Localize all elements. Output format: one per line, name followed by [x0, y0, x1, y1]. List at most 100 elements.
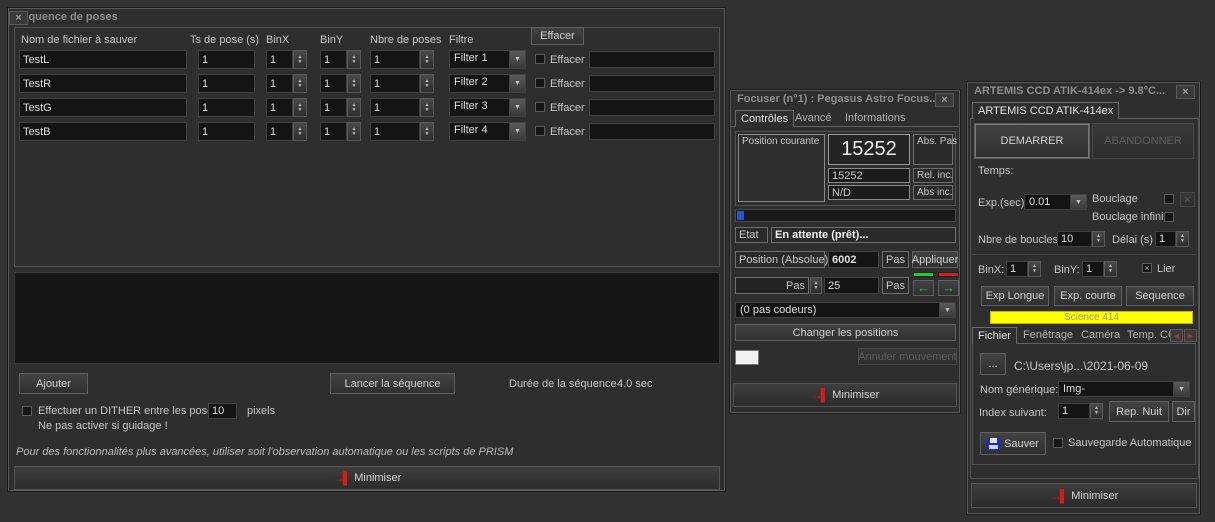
long-exposure-button[interactable]: Exp Longue — [981, 286, 1049, 306]
tab-temp-ccd[interactable]: Temp. CCI — [1122, 327, 1170, 344]
link-bin-checkbox[interactable]: × — [1142, 263, 1152, 273]
short-exposure-button[interactable]: Exp. courte — [1054, 286, 1122, 306]
tab-scroll-left-button[interactable]: ◀ — [1170, 329, 1183, 342]
generic-name-select[interactable]: Img- ▼ — [1058, 381, 1190, 397]
loop-checkbox[interactable] — [1164, 194, 1174, 204]
sequence-close-icon[interactable]: × — [9, 11, 28, 25]
binx-input[interactable] — [266, 98, 293, 117]
encoder-select[interactable]: (0 pas codeurs) ▼ — [735, 302, 956, 318]
biny-stepper[interactable]: ▲▼ — [347, 74, 361, 93]
start-sequence-button[interactable]: Lancer la séquence — [330, 373, 455, 394]
exposure-input[interactable] — [198, 50, 255, 69]
count-stepper[interactable]: ▲▼ — [420, 74, 434, 93]
clear-all-button[interactable]: Effacer — [531, 27, 584, 45]
loop-count-input[interactable] — [1057, 231, 1092, 247]
clear-row-checkbox[interactable] — [535, 78, 545, 88]
night-folder-button[interactable]: Rep. Nuit — [1109, 401, 1169, 422]
tab-fichier[interactable]: Fichier — [972, 327, 1017, 344]
tab-device[interactable]: ARTEMIS CCD ATIK-414ex — [972, 102, 1119, 119]
dither-pixels-input[interactable] — [208, 403, 237, 419]
move-out-button[interactable]: → — [938, 280, 959, 296]
sequence-button[interactable]: Sequence — [1126, 286, 1194, 306]
autosave-checkbox[interactable] — [1053, 438, 1063, 448]
start-button[interactable]: DEMARRER — [974, 123, 1090, 159]
focuser-minimize-button[interactable]: →▌ Minimiser — [733, 383, 957, 407]
loop-cancel-button[interactable]: × — [1180, 192, 1195, 207]
rel-step-input[interactable] — [824, 277, 879, 294]
tab-controles[interactable]: Contrôles — [735, 110, 794, 127]
binx-input[interactable] — [266, 74, 293, 93]
camera-minimize-button[interactable]: →▌ Minimiser — [971, 483, 1197, 508]
filter-select[interactable]: Filter 1 ▼ — [449, 50, 526, 69]
tab-avance[interactable]: Avancé — [790, 110, 837, 127]
biny-input[interactable] — [320, 122, 347, 141]
filter-select[interactable]: Filter 4 ▼ — [449, 122, 526, 141]
binx-stepper[interactable]: ▲▼ — [293, 50, 307, 69]
col-header-binx: BinX — [266, 34, 289, 46]
save-button[interactable]: Sauver — [980, 432, 1046, 455]
focuser-close-icon[interactable]: × — [935, 93, 954, 107]
minimize-icon: →▌ — [333, 471, 350, 485]
biny-input[interactable] — [320, 98, 347, 117]
biny-stepper[interactable]: ▲▼ — [1104, 261, 1117, 277]
filter-select[interactable]: Filter 3 ▼ — [449, 98, 526, 117]
cancel-move-button[interactable]: Annuler mouvement — [858, 348, 957, 365]
filter-select[interactable]: Filter 2 ▼ — [449, 74, 526, 93]
rel-step-stepper[interactable]: ▲▼ — [810, 277, 822, 294]
count-stepper[interactable]: ▲▼ — [420, 50, 434, 69]
biny-input[interactable] — [320, 74, 347, 93]
dir-button[interactable]: Dir — [1172, 401, 1195, 422]
binx-stepper[interactable]: ▲▼ — [293, 122, 307, 141]
count-stepper[interactable]: ▲▼ — [420, 122, 434, 141]
down-icon: ▼ — [1180, 239, 1185, 244]
filename-input[interactable] — [19, 50, 187, 69]
browse-button[interactable]: ... — [980, 353, 1006, 375]
loop-count-stepper[interactable]: ▲▼ — [1092, 231, 1105, 247]
biny-input[interactable] — [320, 50, 347, 69]
count-input[interactable] — [370, 50, 420, 69]
tab-camera[interactable]: Caméra — [1076, 327, 1125, 344]
count-stepper[interactable]: ▲▼ — [420, 98, 434, 117]
delay-input[interactable] — [1155, 231, 1176, 247]
abort-button[interactable]: ABANDONNER — [1092, 123, 1194, 159]
change-positions-button[interactable]: Changer les positions — [735, 324, 956, 341]
tab-scroll-right-button[interactable]: ▶ — [1184, 329, 1197, 342]
clear-row-checkbox[interactable] — [535, 126, 545, 136]
rel-step-field-label: Pas — [786, 280, 805, 292]
tab-informations[interactable]: Informations — [840, 110, 911, 127]
biny-input[interactable] — [1082, 261, 1104, 277]
exposure-input[interactable] — [198, 122, 255, 141]
move-in-button[interactable]: ← — [913, 280, 934, 296]
delay-stepper[interactable]: ▲▼ — [1176, 231, 1189, 247]
biny-stepper[interactable]: ▲▼ — [347, 50, 361, 69]
clear-row-checkbox[interactable] — [535, 102, 545, 112]
binx-stepper[interactable]: ▲▼ — [293, 74, 307, 93]
sequence-minimize-button[interactable]: →▌ Minimiser — [14, 466, 720, 490]
exposure-input[interactable] — [198, 74, 255, 93]
filename-input[interactable] — [19, 74, 187, 93]
count-input[interactable] — [370, 98, 420, 117]
binx-input[interactable] — [1006, 261, 1028, 277]
tab-fenetrage[interactable]: Fenêtrage — [1018, 327, 1078, 344]
next-index-stepper[interactable]: ▲▼ — [1090, 403, 1103, 419]
binx-stepper[interactable]: ▲▼ — [1028, 261, 1041, 277]
exposure-input[interactable] — [198, 98, 255, 117]
biny-stepper[interactable]: ▲▼ — [347, 122, 361, 141]
clear-row-checkbox[interactable] — [535, 54, 545, 64]
exposure-select[interactable]: 0.01 ▼ — [1024, 194, 1087, 210]
count-input[interactable] — [370, 122, 420, 141]
next-index-input[interactable] — [1058, 403, 1090, 419]
add-row-button[interactable]: Ajouter — [19, 373, 88, 394]
apply-button[interactable]: Appliquer — [912, 251, 958, 268]
filename-input[interactable] — [19, 98, 187, 117]
binx-stepper[interactable]: ▲▼ — [293, 98, 307, 117]
filename-input[interactable] — [19, 122, 187, 141]
abs-position-input[interactable] — [828, 251, 879, 268]
binx-input[interactable] — [266, 50, 293, 69]
binx-input[interactable] — [266, 122, 293, 141]
biny-stepper[interactable]: ▲▼ — [347, 98, 361, 117]
loop-infinite-checkbox[interactable] — [1164, 212, 1174, 222]
dither-checkbox[interactable] — [22, 406, 32, 416]
camera-close-icon[interactable]: × — [1176, 85, 1195, 99]
count-input[interactable] — [370, 74, 420, 93]
